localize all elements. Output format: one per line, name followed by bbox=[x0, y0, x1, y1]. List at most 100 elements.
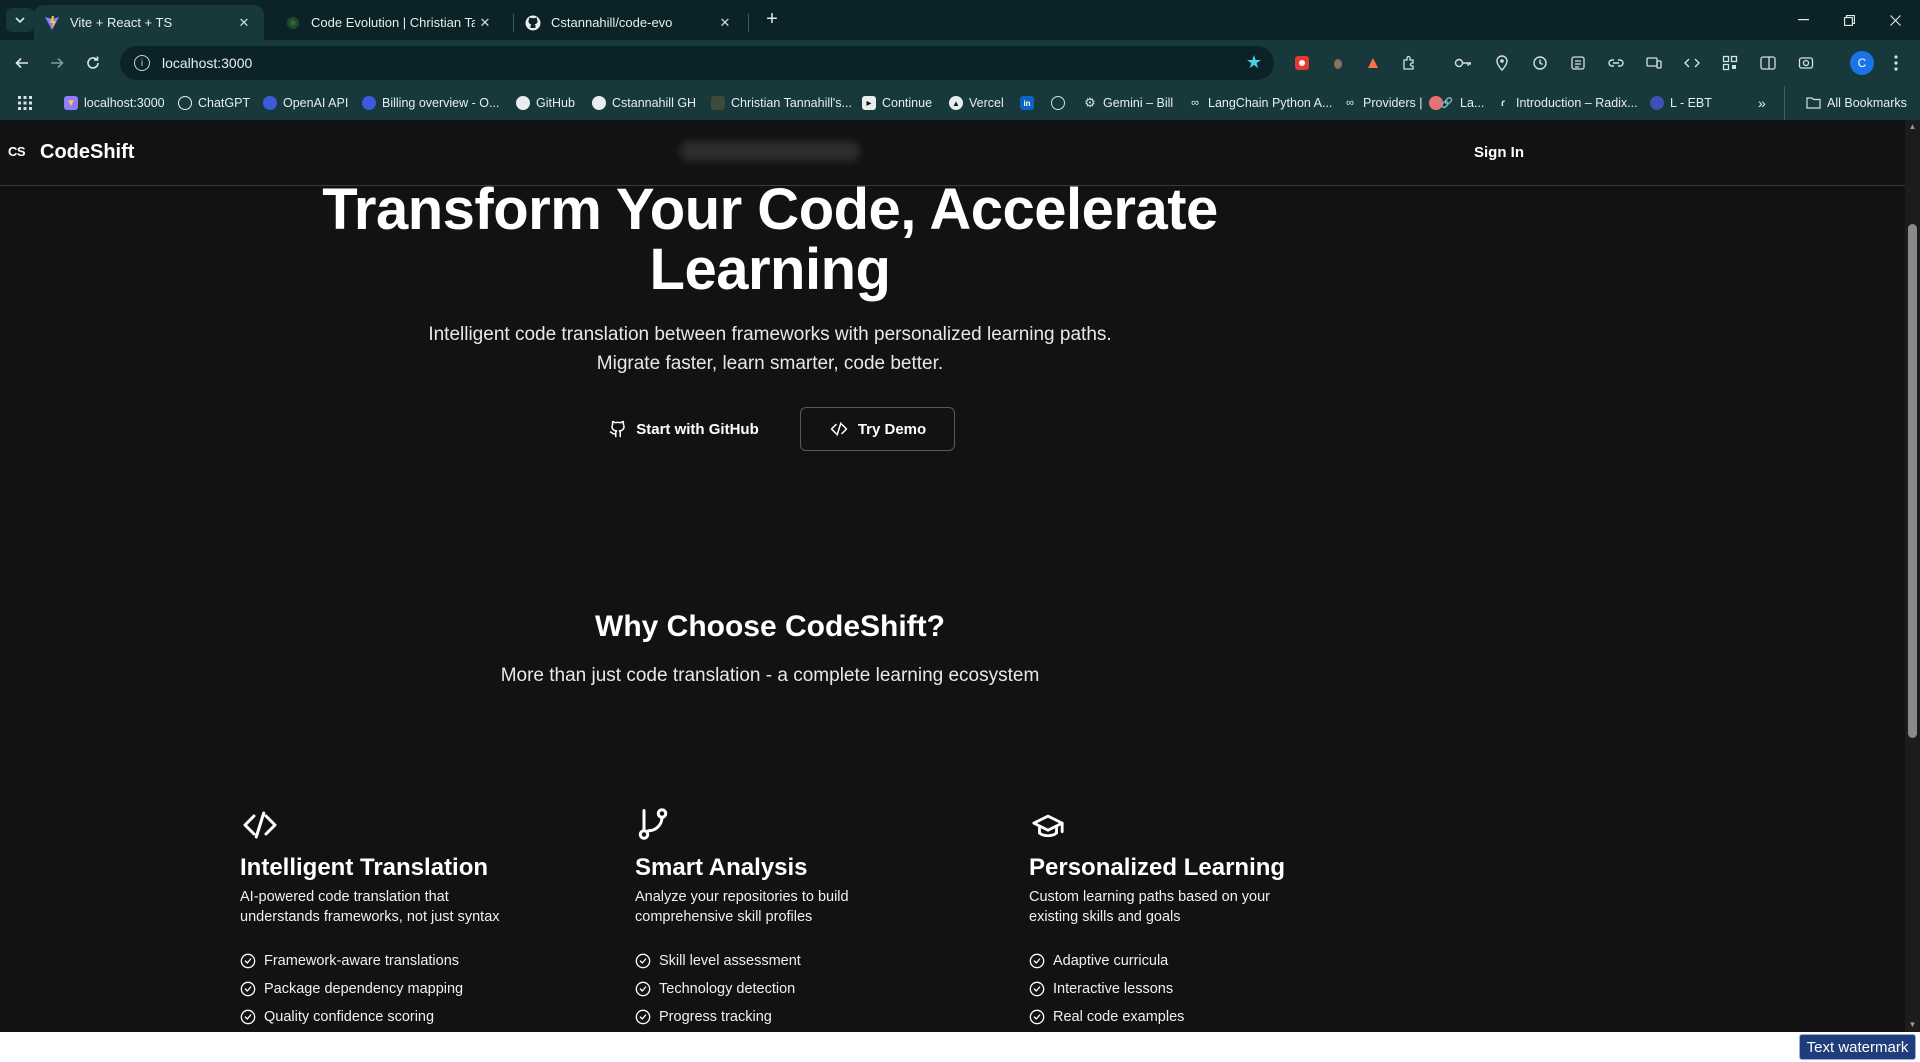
check-circle-icon bbox=[1029, 981, 1045, 997]
bookmark-linkedin[interactable]: in bbox=[1020, 94, 1040, 112]
feature-list-item: Technology detection bbox=[635, 975, 975, 1003]
more-bookmarks-chevron-icon[interactable]: » bbox=[1758, 94, 1766, 112]
globe-icon bbox=[1051, 96, 1065, 110]
close-tab-icon[interactable]: ✕ bbox=[234, 15, 254, 31]
feature-description: AI-powered code translation that underst… bbox=[240, 889, 500, 925]
openai-icon bbox=[263, 96, 277, 110]
bookmark-label: LangChain Python A... bbox=[1208, 96, 1333, 110]
tab-code-evolution[interactable]: Code Evolution | Christian Tann ✕ bbox=[275, 5, 505, 40]
bookmark-globe[interactable] bbox=[1051, 94, 1071, 112]
feature-title: Personalized Learning bbox=[1029, 854, 1286, 881]
bookmark-la[interactable]: 🔗 La... bbox=[1440, 94, 1485, 112]
screenshot-icon[interactable] bbox=[1795, 52, 1817, 74]
feature-title: Smart Analysis bbox=[635, 854, 808, 881]
extension-icon[interactable] bbox=[1327, 52, 1349, 74]
try-demo-button[interactable]: Try Demo bbox=[800, 407, 955, 451]
scrollbar-thumb[interactable] bbox=[1908, 224, 1917, 738]
bookmark-localhost[interactable]: ▼ localhost:3000 bbox=[64, 94, 165, 112]
vite-icon bbox=[44, 15, 60, 31]
bookmark-label: Continue bbox=[882, 96, 933, 110]
key-icon[interactable] bbox=[1452, 52, 1474, 74]
feature-item-text: Technology detection bbox=[659, 981, 796, 997]
close-tab-icon[interactable]: ✕ bbox=[475, 15, 495, 31]
forward-button[interactable] bbox=[43, 49, 71, 77]
feature-item-text: Quality confidence scoring bbox=[264, 1009, 435, 1025]
qr-code-icon[interactable] bbox=[1719, 52, 1741, 74]
extension-icon[interactable] bbox=[1362, 52, 1384, 74]
bookmark-label: L - EBT bbox=[1670, 96, 1712, 110]
bookmark-label: Cstannahill GH bbox=[612, 96, 697, 110]
extension-icon[interactable] bbox=[1291, 52, 1313, 74]
bookmark-langchain[interactable]: ∞ LangChain Python A... bbox=[1188, 94, 1332, 112]
back-button[interactable] bbox=[8, 49, 36, 77]
start-with-github-button[interactable]: Start with GitHub bbox=[596, 407, 772, 451]
close-window-icon[interactable] bbox=[1872, 0, 1918, 40]
bookmark-label: OpenAI API bbox=[283, 96, 349, 110]
bookmark-star-icon[interactable]: ★ bbox=[1246, 52, 1262, 73]
link-icon[interactable] bbox=[1605, 52, 1627, 74]
bookmark-label: localhost:3000 bbox=[84, 96, 165, 110]
reload-icon bbox=[87, 56, 99, 69]
side-panel-icon[interactable] bbox=[1757, 52, 1779, 74]
profile-avatar[interactable]: C bbox=[1850, 51, 1874, 75]
restore-icon[interactable] bbox=[1826, 0, 1872, 40]
why-section-title: Why Choose CodeShift? bbox=[595, 610, 945, 643]
all-bookmarks-button[interactable]: All Bookmarks bbox=[1806, 94, 1907, 112]
bookmark-label: Vercel bbox=[969, 96, 1004, 110]
close-tab-icon[interactable]: ✕ bbox=[715, 15, 735, 31]
tab-search-button[interactable] bbox=[6, 8, 34, 32]
check-circle-icon bbox=[240, 1009, 256, 1025]
bookmarks-divider bbox=[1784, 86, 1785, 120]
reload-button[interactable] bbox=[79, 49, 107, 77]
reading-list-icon[interactable] bbox=[1567, 52, 1589, 74]
puzzle-icon[interactable] bbox=[1398, 52, 1420, 74]
kebab-menu-icon[interactable] bbox=[1885, 52, 1907, 74]
bookmark-christian-site[interactable]: Christian Tannahill's... bbox=[711, 94, 852, 112]
bookmark-providers[interactable]: ∞ Providers | bbox=[1343, 94, 1449, 112]
logo-text[interactable]: CodeShift bbox=[40, 141, 134, 164]
check-circle-icon bbox=[1029, 953, 1045, 969]
site-info-icon[interactable]: i bbox=[134, 55, 150, 71]
openai-icon bbox=[362, 96, 376, 110]
code-icon bbox=[240, 803, 580, 843]
radix-icon: ɾ bbox=[1501, 97, 1505, 109]
bookmark-openai-api[interactable]: OpenAI API bbox=[263, 94, 348, 112]
code-evolution-icon bbox=[285, 15, 301, 31]
bookmark-ebt[interactable]: L - EBT bbox=[1650, 94, 1712, 112]
bookmark-billing[interactable]: Billing overview - O... bbox=[362, 94, 499, 112]
location-pin-icon[interactable] bbox=[1491, 52, 1513, 74]
github-icon bbox=[592, 96, 606, 110]
bookmark-continue[interactable]: ▸ Continue bbox=[862, 94, 932, 112]
feature-card-analysis: Smart Analysis Analyze your repositories… bbox=[635, 803, 975, 1031]
history-icon[interactable] bbox=[1529, 52, 1551, 74]
all-bookmarks-label: All Bookmarks bbox=[1827, 96, 1907, 110]
sign-in-link[interactable]: Sign In bbox=[1474, 144, 1524, 161]
scroll-down-icon[interactable]: ▼ bbox=[1907, 1020, 1918, 1029]
bookmarks-bar: ▼ localhost:3000 ChatGPT OpenAI API Billi… bbox=[0, 86, 1920, 120]
feature-item-text: Progress tracking bbox=[659, 1009, 772, 1025]
check-circle-icon bbox=[635, 1009, 651, 1025]
logo-mark[interactable]: CS bbox=[8, 144, 26, 159]
tab-github-repo[interactable]: Cstannahill/code-evo ✕ bbox=[515, 5, 745, 40]
new-tab-button[interactable]: + bbox=[758, 8, 786, 32]
bookmark-github[interactable]: GitHub bbox=[516, 94, 575, 112]
bookmark-radix[interactable]: ɾ Introduction – Radix... bbox=[1496, 94, 1638, 112]
site-icon bbox=[1650, 96, 1664, 110]
page-scrollbar[interactable]: ▲ ▼ bbox=[1905, 120, 1920, 1032]
bookmark-chatgpt[interactable]: ChatGPT bbox=[178, 94, 250, 112]
scroll-up-icon[interactable]: ▲ bbox=[1907, 122, 1918, 131]
feature-list-item: Skill level assessment bbox=[635, 947, 975, 975]
bookmark-cstannahill-gh[interactable]: Cstannahill GH bbox=[592, 94, 696, 112]
devices-icon[interactable] bbox=[1643, 52, 1665, 74]
bookmark-vercel[interactable]: ▲ Vercel bbox=[949, 94, 1004, 112]
vite-icon: ▼ bbox=[64, 96, 78, 110]
page-viewport: CS CodeShift Sign In Transform Your Code… bbox=[0, 120, 1920, 1032]
minimize-icon[interactable] bbox=[1780, 0, 1826, 40]
code-brackets-icon[interactable] bbox=[1681, 52, 1703, 74]
address-bar[interactable]: i localhost:3000 ★ bbox=[120, 46, 1274, 80]
hero-title: Transform Your Code, Accelerate Learning bbox=[322, 177, 1218, 302]
tab-strip: Vite + React + TS ✕ Code Evolution | Chr… bbox=[0, 0, 1920, 40]
bookmark-gemini[interactable]: ⚙ Gemini – Bill bbox=[1083, 94, 1173, 112]
apps-grid-icon[interactable] bbox=[18, 94, 32, 112]
tab-vite[interactable]: Vite + React + TS ✕ bbox=[34, 5, 264, 40]
